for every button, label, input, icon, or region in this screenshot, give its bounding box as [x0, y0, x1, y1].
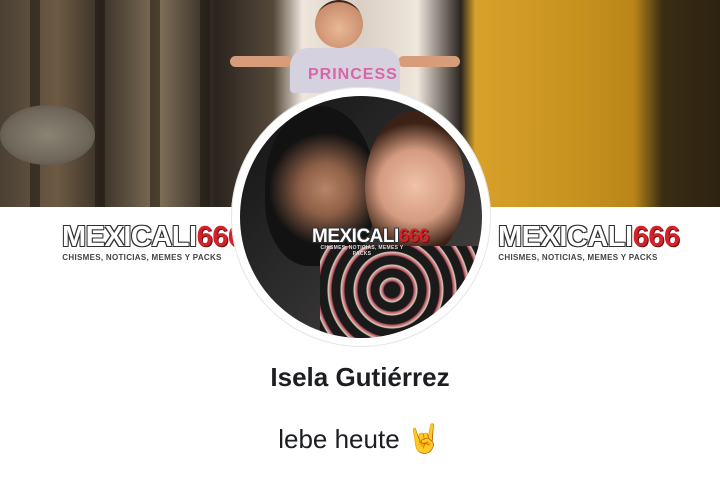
watermark-word: MEXICALI — [312, 226, 399, 247]
rock-hand-icon: 🤘 — [406, 422, 442, 455]
cover-wood-plank — [150, 0, 160, 207]
cover-wood-plank — [95, 0, 105, 207]
cover-shirt-text: PRINCESS — [308, 66, 398, 83]
watermark-logo: MEXICALI666 — [62, 218, 244, 256]
profile-bio: lebe heute 🤘 — [0, 422, 720, 455]
watermark-number: 666 — [632, 221, 680, 253]
watermark-logo: MEXICALI666 — [498, 218, 680, 256]
cover-child: PRINCESS — [230, 0, 460, 95]
watermark-word: MEXICALI — [498, 221, 633, 253]
avatar-watermark: MEXICALI666 CHISMES, NOTICIAS, MEMES Y P… — [312, 226, 429, 257]
profile-picture[interactable]: MEXICALI666 CHISMES, NOTICIAS, MEMES Y P… — [240, 96, 482, 338]
cover-child-arm — [398, 56, 460, 67]
cover-wood-plank — [200, 0, 210, 207]
watermark-tagline: CHISMES, NOTICIAS, MEMES Y PACKS — [62, 253, 222, 262]
cover-child-arm — [230, 56, 292, 67]
cover-wood-plank — [30, 0, 40, 207]
avatar-floral-dress — [320, 246, 482, 338]
profile-name: Isela Gutiérrez — [270, 362, 450, 392]
avatar-watermark-tagline: CHISMES, NOTICIAS, MEMES Y PACKS — [320, 245, 404, 257]
cover-child-head — [315, 0, 363, 48]
profile-bio-text: lebe heute — [278, 424, 400, 454]
watermark-word: MEXICALI — [62, 221, 197, 253]
cover-spool — [0, 105, 95, 165]
watermark-tagline: CHISMES, NOTICIAS, MEMES Y PACKS — [498, 253, 658, 262]
watermark-left: MEXICALI666 CHISMES, NOTICIAS, MEMES Y P… — [62, 218, 244, 262]
watermark-right: MEXICALI666 CHISMES, NOTICIAS, MEMES Y P… — [498, 218, 680, 262]
watermark-number: 666 — [398, 226, 430, 247]
